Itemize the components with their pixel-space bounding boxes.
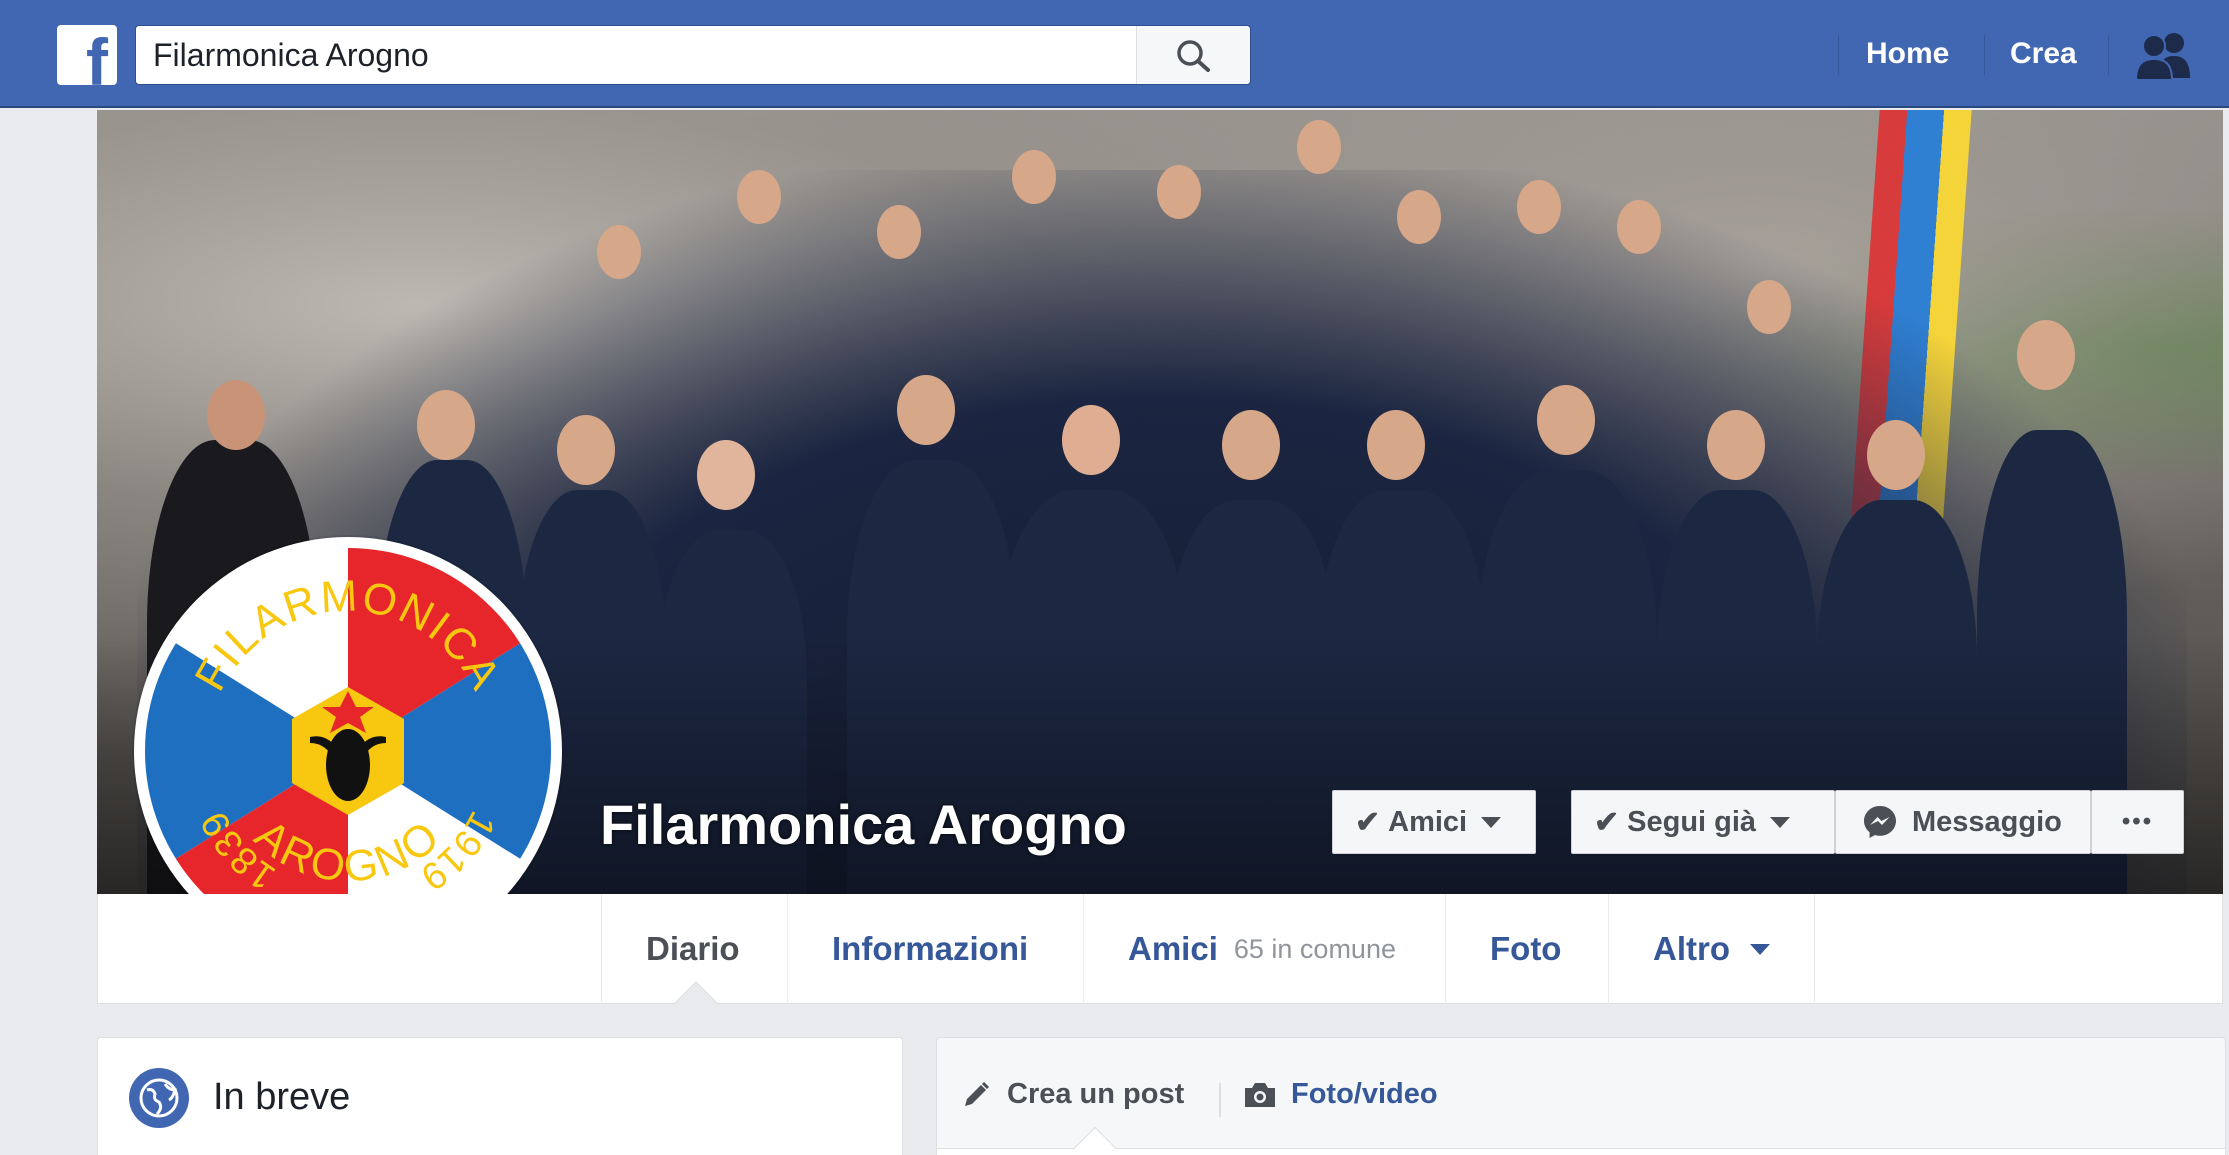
band-member-head [877,205,921,259]
chevron-down-icon [1481,816,1502,828]
photo-video-label: Foto/video [1291,1078,1438,1110]
nav-divider [1838,35,1839,75]
band-member-head [1062,405,1120,475]
message-button-label: Messaggio [1912,805,2062,838]
tab-more-label: Altro [1653,930,1730,967]
friends-button[interactable]: ✔ Amici [1332,790,1536,854]
more-options-button[interactable]: ••• [2091,790,2184,854]
tab-photos[interactable]: Foto [1445,894,1605,1004]
tab-friends-label: Amici [1128,930,1218,967]
chevron-down-icon [1750,943,1770,955]
nav-divider [1984,35,1985,75]
band-member-head [417,390,475,460]
search-button[interactable] [1136,26,1250,84]
chevron-down-icon [1770,816,1791,828]
checkmark-icon: ✔ [1594,805,1620,839]
nav-home-link[interactable]: Home [1866,37,1949,71]
camera-icon [1245,1082,1275,1107]
band-member-head [1397,190,1441,244]
facebook-logo[interactable]: f [57,25,117,85]
tab-timeline-label: Diario [646,930,740,967]
tab-friends[interactable]: Amici 65 in comune [1083,894,1440,1004]
mutual-friends-count: 65 in comune [1233,933,1396,964]
band-member-head [1867,420,1925,490]
composer-divider [1219,1083,1221,1117]
pencil-icon [965,1081,990,1106]
tab-about-label: Informazioni [832,930,1029,967]
band-member-head [1747,280,1791,334]
band-member-head [1537,385,1595,455]
nav-divider [2108,35,2109,75]
tab-photos-label: Foto [1490,930,1562,967]
search-box [135,25,1251,85]
top-navigation-bar: f Home Crea [0,0,2229,108]
photo-video-button[interactable]: Foto/video [1243,1078,1438,1111]
band-member-head [1297,120,1341,174]
globe-icon [129,1068,189,1128]
messenger-icon [1864,806,1896,838]
about-card: In breve [97,1037,903,1155]
band-member-head [1222,410,1280,480]
post-composer: Crea un post Foto/video [936,1037,2226,1155]
band-member-head [697,440,755,510]
band-member-head [1367,410,1425,480]
band-member-head [2017,320,2075,390]
facebook-logo-letter: f [86,25,108,85]
search-icon [1177,40,1210,72]
page-name[interactable]: Filarmonica Arogno [600,792,1127,857]
band-member-head [1617,200,1661,254]
tab-more[interactable]: Altro [1608,894,1815,1004]
follow-button[interactable]: ✔ Segui già [1571,790,1835,854]
friends-button-label: Amici [1388,805,1468,838]
band-member-head [557,415,615,485]
message-button[interactable]: Messaggio [1835,790,2091,854]
page-tab-bar: Diario Informazioni Amici 65 in comune F… [97,894,2223,1004]
create-post-label: Crea un post [1007,1078,1185,1110]
search-input[interactable] [136,26,1136,84]
create-post-button[interactable]: Crea un post [961,1078,1184,1111]
band-member-head [1517,180,1561,234]
checkmark-icon: ✔ [1355,805,1381,839]
composer-body[interactable] [937,1148,2225,1155]
band-member-head [737,170,781,224]
band-member-head [597,225,641,279]
band-member-head [1012,150,1056,204]
follow-button-label: Segui già [1627,805,1757,838]
more-options-icon: ••• [2121,808,2154,835]
nav-create-link[interactable]: Crea [2010,37,2077,71]
band-member-head [1157,165,1201,219]
band-member-head [897,375,955,445]
friends-icon[interactable] [2136,30,2192,80]
about-title: In breve [213,1076,351,1118]
band-member-head [1707,410,1765,480]
band-member-head [207,380,265,450]
tab-about[interactable]: Informazioni [787,894,1072,1004]
composer-notch [1073,1126,1117,1155]
